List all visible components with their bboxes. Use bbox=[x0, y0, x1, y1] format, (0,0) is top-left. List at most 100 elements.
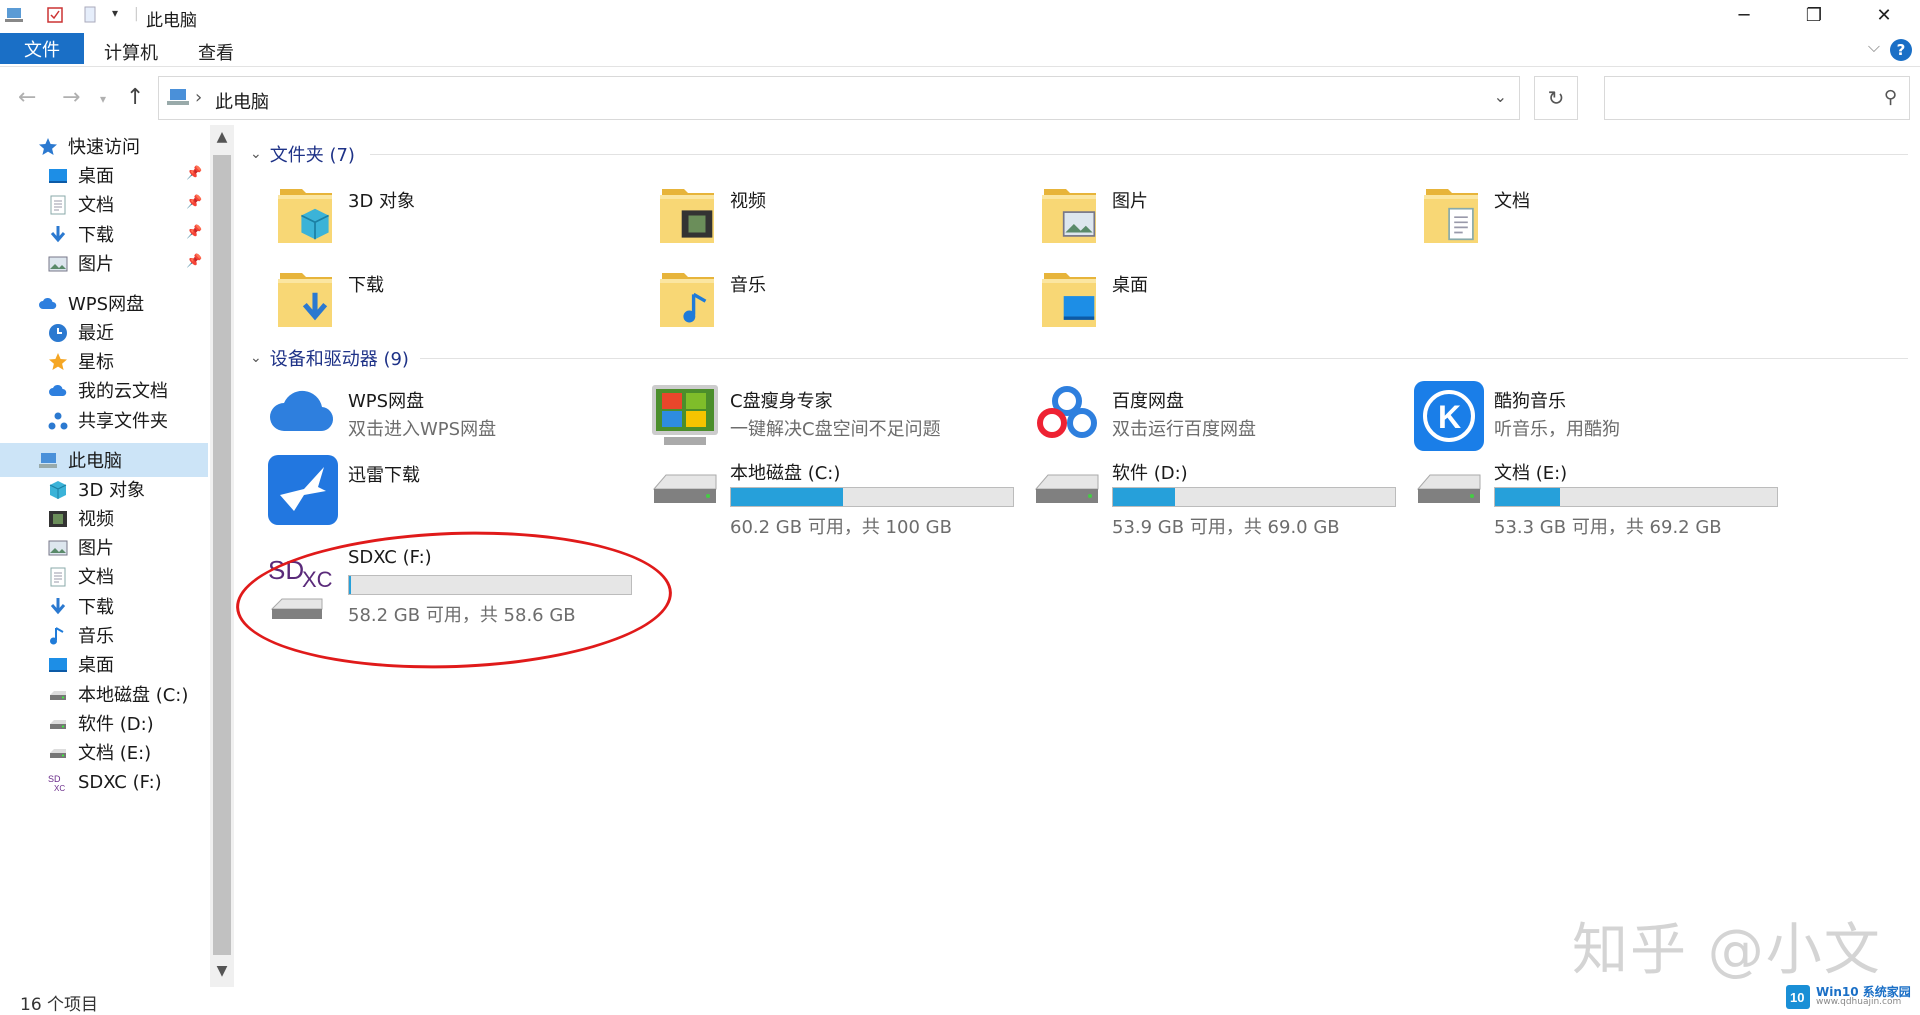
address-bar[interactable]: › 此电脑 ⌄ bbox=[158, 76, 1520, 120]
drive-tile[interactable]: 文档 (E:) 53.3 GB 可用，共 69.2 GB bbox=[1386, 451, 1778, 543]
cloud-icon bbox=[268, 381, 340, 453]
forward-icon[interactable]: → bbox=[62, 85, 80, 110]
app-description: 听音乐，用酷狗 bbox=[1494, 419, 1620, 440]
search-input[interactable]: ⚲ bbox=[1604, 76, 1910, 120]
star-icon bbox=[38, 137, 60, 155]
pin-icon[interactable]: 📌 bbox=[186, 195, 202, 210]
chevron-right-icon[interactable]: › bbox=[195, 87, 202, 108]
folder-tile[interactable]: 文档 bbox=[1386, 177, 1756, 257]
sidebar-item-label: 图片 bbox=[78, 538, 114, 559]
pin-icon[interactable]: 📌 bbox=[186, 225, 202, 240]
app-name: WPS网盘 bbox=[348, 391, 425, 412]
breadcrumb[interactable]: 此电脑 bbox=[215, 88, 269, 114]
sidebar-item-label: 文档 bbox=[78, 567, 114, 588]
ribbon-tabs: 文件 计算机 查看 ⌵ ? bbox=[0, 31, 1920, 67]
drive-icon bbox=[48, 743, 70, 761]
tab-file[interactable]: 文件 bbox=[0, 33, 84, 64]
windows-logo-icon bbox=[650, 381, 722, 453]
badge-url: www.qdhuajin.com bbox=[1816, 997, 1902, 1007]
minimize-button[interactable]: ─ bbox=[1716, 0, 1772, 30]
folder-tile[interactable]: 视频 bbox=[622, 177, 992, 257]
folders-group-header[interactable]: ⌄ 文件夹 (7) bbox=[250, 141, 355, 167]
folder-tile[interactable]: 下载 bbox=[240, 261, 610, 341]
video-icon bbox=[658, 181, 718, 247]
customize-quick-access-icon[interactable]: ▾ bbox=[112, 6, 118, 20]
sidebar-scrollbar[interactable]: ▲ ▼ bbox=[210, 125, 234, 987]
pin-icon[interactable]: 📌 bbox=[186, 254, 202, 269]
sidebar-item[interactable]: SD XC SDXC (F:) bbox=[0, 765, 208, 799]
folder-tile[interactable]: 桌面 bbox=[1004, 261, 1374, 341]
chevron-down-icon[interactable]: ⌄ bbox=[250, 146, 262, 162]
expand-ribbon-icon[interactable]: ⌵ bbox=[1868, 37, 1880, 57]
desktop-icon bbox=[48, 655, 70, 673]
sidebar-item[interactable]: 文档 (E:) bbox=[0, 735, 208, 769]
app-tile[interactable]: 百度网盘 双击运行百度网盘 bbox=[1004, 377, 1374, 457]
back-icon[interactable]: ← bbox=[18, 85, 36, 110]
navigation-bar: ← → ▾ ↑ › 此电脑 ⌄ ↻ ⚲ bbox=[0, 74, 1920, 122]
thunder-icon bbox=[268, 455, 340, 527]
sidebar-item-label: 图片 bbox=[78, 254, 114, 275]
sidebar-item[interactable]: 文档 bbox=[0, 559, 208, 593]
cube-icon bbox=[48, 480, 70, 499]
chevron-down-icon[interactable]: ⌄ bbox=[1494, 87, 1507, 106]
tab-computer[interactable]: 计算机 bbox=[104, 39, 158, 65]
sidebar-item-label: 下载 bbox=[78, 597, 114, 618]
title-bar: ▾ | 此电脑 ─ ❐ ✕ bbox=[0, 0, 1920, 31]
sidebar-item[interactable]: 文档 📌 bbox=[0, 187, 208, 221]
drive-tile[interactable]: 本地磁盘 (C:) 60.2 GB 可用，共 100 GB bbox=[622, 451, 1014, 543]
sidebar-item-label: 3D 对象 bbox=[78, 480, 146, 501]
refresh-button[interactable]: ↻ bbox=[1534, 76, 1578, 120]
scroll-up-icon[interactable]: ▲ bbox=[213, 129, 231, 149]
app-tile[interactable]: K 酷狗音乐 听音乐，用酷狗 bbox=[1386, 377, 1756, 457]
clock-icon bbox=[48, 323, 70, 342]
devices-group-header[interactable]: ⌄ 设备和驱动器 (9) bbox=[250, 345, 409, 371]
sidebar-item[interactable]: 图片 📌 bbox=[0, 246, 208, 280]
sidebar-item-label: 本地磁盘 (C:) bbox=[78, 685, 189, 706]
drive-name: 软件 (D:) bbox=[1112, 463, 1188, 484]
music-icon bbox=[658, 265, 718, 331]
folder-tile[interactable]: 图片 bbox=[1004, 177, 1374, 257]
cloud-icon bbox=[38, 294, 60, 312]
new-folder-icon[interactable] bbox=[82, 6, 98, 28]
drive-usage-fill bbox=[731, 488, 844, 506]
cloud-icon bbox=[48, 381, 70, 399]
properties-icon[interactable] bbox=[46, 6, 64, 28]
sidebar-item-label: WPS网盘 bbox=[68, 294, 145, 315]
sidebar-item[interactable]: 桌面 bbox=[0, 647, 208, 681]
share-icon bbox=[48, 411, 70, 430]
title-divider: | bbox=[134, 6, 139, 22]
win10-logo-icon: 10 bbox=[1786, 984, 1810, 1009]
folder-tile[interactable]: 音乐 bbox=[622, 261, 992, 341]
help-icon[interactable]: ? bbox=[1890, 39, 1912, 61]
sidebar-item[interactable]: 我的云文档 bbox=[0, 373, 208, 407]
app-tile[interactable]: WPS网盘 双击进入WPS网盘 bbox=[240, 377, 610, 457]
sidebar-item-label: 软件 (D:) bbox=[78, 714, 154, 735]
folder-tile[interactable]: 3D 对象 bbox=[240, 177, 610, 257]
close-button[interactable]: ✕ bbox=[1856, 0, 1912, 30]
up-icon[interactable]: ↑ bbox=[126, 85, 144, 110]
folders-heading: 文件夹 (7) bbox=[269, 145, 355, 166]
drive-icon bbox=[1414, 465, 1486, 537]
app-description: 一键解决C盘空间不足问题 bbox=[730, 419, 941, 440]
scroll-down-icon[interactable]: ▼ bbox=[213, 963, 231, 983]
divider bbox=[420, 358, 1908, 359]
tab-view[interactable]: 查看 bbox=[198, 39, 234, 65]
app-name: 百度网盘 bbox=[1112, 391, 1184, 412]
drive-icon bbox=[48, 685, 70, 703]
maximize-button[interactable]: ❐ bbox=[1786, 0, 1842, 30]
document-icon bbox=[48, 567, 70, 587]
recent-locations-icon[interactable]: ▾ bbox=[100, 92, 106, 106]
svg-text:SD: SD bbox=[48, 774, 61, 784]
download-icon bbox=[48, 597, 70, 615]
watermark-text: 知乎 @小文 bbox=[1572, 918, 1882, 983]
folder-name: 下载 bbox=[348, 275, 384, 296]
app-tile[interactable]: 迅雷下载 bbox=[240, 451, 610, 531]
scroll-thumb[interactable] bbox=[213, 155, 231, 955]
sidebar-item[interactable]: 共享文件夹 bbox=[0, 403, 208, 437]
app-tile[interactable]: C盘瘦身专家 一键解决C盘空间不足问题 bbox=[622, 377, 992, 457]
chevron-down-icon[interactable]: ⌄ bbox=[250, 350, 262, 366]
pin-icon[interactable]: 📌 bbox=[186, 166, 202, 181]
navigation-pane: 快速访问 桌面 📌 文档 📌 下载 📌 图片 📌 WPS网盘 最近 星标 我的云文档 共享文件夹 此电脑 3D… bbox=[0, 125, 208, 985]
sidebar-item-label: 下载 bbox=[78, 225, 114, 246]
drive-tile[interactable]: 软件 (D:) 53.9 GB 可用，共 69.0 GB bbox=[1004, 451, 1396, 543]
